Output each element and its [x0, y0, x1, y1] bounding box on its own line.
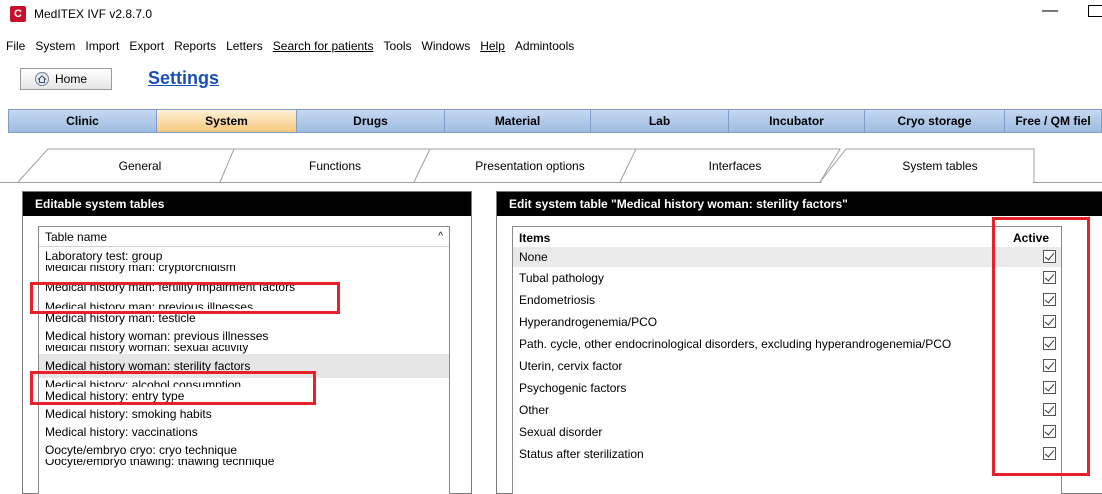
table-row[interactable]: Hyperandrogenemia/PCO	[513, 311, 1061, 333]
left-panel-header: Editable system tables	[23, 192, 471, 216]
menu-search-for-patients[interactable]: Search for patients	[273, 39, 374, 53]
title-bar: C MedITEX IVF v2.8.7.0 —	[0, 0, 1102, 32]
tab-material[interactable]: Material	[445, 110, 591, 132]
table-row[interactable]: Path. cycle, other endocrinological diso…	[513, 333, 1061, 355]
item-label: Endometriosis	[519, 293, 596, 307]
house-icon	[35, 72, 49, 86]
active-checkbox[interactable]	[1043, 359, 1056, 372]
table-row[interactable]: Sexual disorder	[513, 421, 1061, 443]
table-row[interactable]: Psychogenic factors	[513, 377, 1061, 399]
subtab-interfaces[interactable]: Interfaces	[650, 149, 820, 183]
table-name-header-label: Table name	[45, 229, 108, 244]
menu-tools[interactable]: Tools	[384, 39, 412, 53]
list-item[interactable]: Oocyte/embryo thawing: thawing technique	[39, 459, 449, 468]
items-column-header[interactable]: Items	[519, 231, 550, 245]
tab-system[interactable]: System	[157, 110, 297, 132]
menu-import[interactable]: Import	[85, 39, 119, 53]
list-item[interactable]: Medical history: vaccinations	[39, 423, 449, 441]
item-label: None	[519, 250, 548, 264]
menu-bar: File System Import Export Reports Letter…	[0, 36, 1102, 56]
table-row[interactable]: Other	[513, 399, 1061, 421]
tab-lab[interactable]: Lab	[591, 110, 729, 132]
list-item[interactable]: Medical history: entry type	[39, 387, 449, 405]
list-item[interactable]: Medical history man: previous illnesses	[39, 300, 449, 309]
active-checkbox[interactable]	[1043, 293, 1056, 306]
subtab-presentation-options[interactable]: Presentation options	[440, 149, 620, 183]
list-item[interactable]: Medical history man: cryptorchidism	[39, 265, 449, 274]
item-label: Uterin, cervix factor	[519, 359, 623, 373]
menu-admintools[interactable]: Admintools	[515, 39, 574, 53]
table-row[interactable]: Uterin, cervix factor	[513, 355, 1061, 377]
list-item[interactable]: Oocyte/embryo cryo: cryo technique	[39, 441, 449, 459]
menu-letters[interactable]: Letters	[226, 39, 263, 53]
subtab-general[interactable]: General	[60, 149, 220, 183]
app-logo-icon: C	[10, 6, 26, 22]
list-item[interactable]: Medical history: smoking habits	[39, 405, 449, 423]
list-item[interactable]: Medical history woman: sexual activity	[39, 345, 449, 354]
right-panel-header: Edit system table "Medical history woman…	[497, 192, 1102, 216]
item-label: Sexual disorder	[519, 425, 603, 439]
item-label: Other	[519, 403, 550, 417]
tab-drugs[interactable]: Drugs	[297, 110, 445, 132]
item-label: Hyperandrogenemia/PCO	[519, 315, 658, 329]
items-table-header: Items Active	[513, 227, 1061, 247]
tab-cryo-storage[interactable]: Cryo storage	[865, 110, 1005, 132]
active-checkbox[interactable]	[1043, 271, 1056, 284]
menu-help[interactable]: Help	[480, 39, 505, 53]
menu-file[interactable]: File	[6, 39, 25, 53]
tab-free-qm-fields[interactable]: Free / QM fiel	[1005, 110, 1101, 132]
list-item[interactable]: Medical history: alcohol consumption	[39, 378, 449, 387]
table-row[interactable]: Endometriosis	[513, 289, 1061, 311]
page-title: Settings	[148, 68, 220, 88]
list-item[interactable]: Medical history man: testicle	[39, 309, 449, 327]
active-checkbox[interactable]	[1043, 337, 1056, 350]
table-row[interactable]: Status after sterilization	[513, 443, 1061, 465]
item-label: Psychogenic factors	[519, 381, 627, 395]
table-name-list[interactable]: Table name ^ Laboratory test: group Medi…	[38, 226, 450, 494]
tab-incubator[interactable]: Incubator	[729, 110, 865, 132]
active-checkbox[interactable]	[1043, 381, 1056, 394]
maximize-button[interactable]	[1088, 5, 1102, 17]
list-item-selected[interactable]: Medical history woman: sterility factors	[39, 354, 449, 378]
menu-system[interactable]: System	[35, 39, 75, 53]
list-item[interactable]: Laboratory test: group	[39, 247, 449, 265]
active-checkbox[interactable]	[1043, 315, 1056, 328]
active-checkbox[interactable]	[1043, 403, 1056, 416]
active-checkbox[interactable]	[1043, 447, 1056, 460]
active-checkbox[interactable]	[1043, 250, 1056, 263]
window-title: MedITEX IVF v2.8.7.0	[34, 7, 153, 21]
minimize-button[interactable]: —	[1040, 2, 1060, 20]
main-tab-strip: Clinic System Drugs Material Lab Incubat…	[8, 109, 1102, 133]
subtab-system-tables[interactable]: System tables	[850, 149, 1030, 183]
list-item[interactable]: Medical history woman: previous illnesse…	[39, 327, 449, 345]
sub-tab-strip: General Functions Presentation options I…	[0, 143, 1102, 183]
home-button-label: Home	[55, 72, 88, 86]
item-label: Status after sterilization	[519, 447, 644, 461]
items-table[interactable]: Items Active None Tubal pathology Endome…	[512, 226, 1062, 494]
table-row[interactable]: Tubal pathology	[513, 267, 1061, 289]
table-name-column-header[interactable]: Table name ^	[39, 227, 449, 247]
menu-reports[interactable]: Reports	[174, 39, 216, 53]
menu-export[interactable]: Export	[129, 39, 164, 53]
sort-ascending-icon: ^	[438, 231, 443, 242]
active-checkbox[interactable]	[1043, 425, 1056, 438]
active-column-header[interactable]: Active	[1013, 231, 1049, 245]
home-button[interactable]: Home	[20, 68, 112, 90]
list-item[interactable]: Medical history man: fertility impairmen…	[39, 274, 449, 300]
item-label: Path. cycle, other endocrinological diso…	[519, 337, 952, 351]
menu-windows[interactable]: Windows	[422, 39, 471, 53]
table-row[interactable]: None	[513, 247, 1061, 267]
item-label: Tubal pathology	[519, 271, 604, 285]
subtab-functions[interactable]: Functions	[250, 149, 420, 183]
tab-clinic[interactable]: Clinic	[9, 110, 157, 132]
